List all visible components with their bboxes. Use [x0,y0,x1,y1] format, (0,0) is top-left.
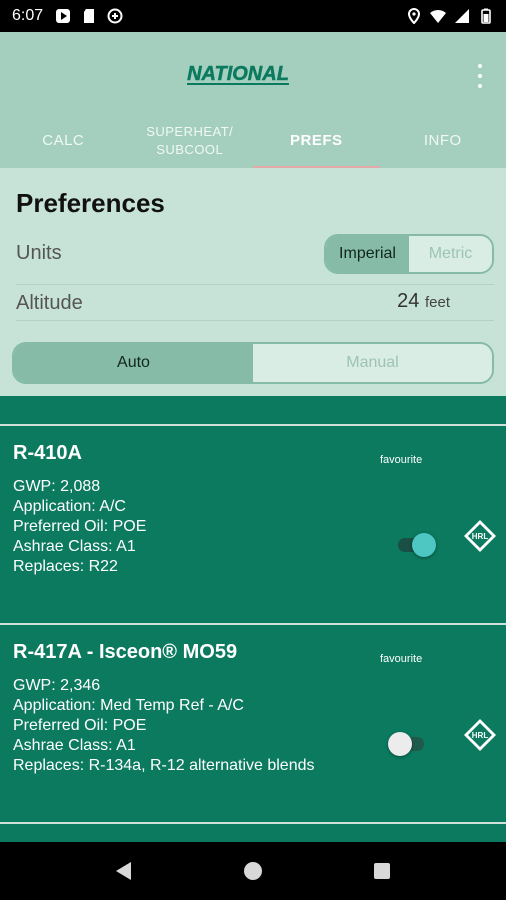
mode-toggle: Auto Manual [12,342,494,384]
data-saver-icon [107,8,123,24]
tab-calc-label: CALC [42,132,85,149]
ashrae-text: Ashrae Class: A1 [13,737,136,754]
system-nav-bar [0,842,506,900]
home-icon[interactable] [242,860,264,882]
tab-prefs-label: PREFS [289,132,343,149]
units-toggle: Imperial Metric [324,234,494,274]
battery-icon [481,8,491,24]
tab-info-label: INFO [423,132,462,149]
sd-card-icon [84,9,95,23]
page-title: Preferences [16,188,165,218]
tab-superheat-subcool[interactable]: SUPERHEAT/ SUBCOOL [127,114,254,168]
back-icon[interactable] [113,860,135,882]
favourite-switch[interactable] [398,532,438,558]
logo-text: NATIONAL [187,63,289,85]
ashrae-text: Ashrae Class: A1 [13,538,136,555]
status-bar: 6:07 [0,0,506,32]
preferences-panel: Preferences Units Imperial Metric Altitu… [0,168,506,396]
replaces-text: Replaces: R-134a, R-12 alternative blend… [13,757,315,774]
signal-icon [455,9,469,23]
status-time: 6:07 [12,7,44,24]
app-bar: NATIONAL CALC SUPERHEAT/ SUBCOOL PREFS I… [0,32,506,168]
svg-text:HRL: HRL [472,532,489,541]
favourite-switch[interactable] [388,731,428,757]
tab-bar: CALC SUPERHEAT/ SUBCOOL PREFS INFO [0,114,506,168]
units-label: Units [16,242,62,264]
altitude-field[interactable]: 24 feet [397,290,450,313]
svg-text:HRL: HRL [472,731,489,740]
location-icon [407,8,421,24]
list-item[interactable] [0,822,506,842]
refrigerant-list: R-410A favourite GWP: 2,088 Application:… [0,396,506,842]
oil-text: Preferred Oil: POE [13,717,147,734]
tab-info[interactable]: INFO [380,114,506,168]
gwp-text: GWP: 2,088 [13,478,101,495]
application-text: Application: A/C [13,498,126,515]
mode-manual-option[interactable]: Manual [253,344,492,382]
divider [16,284,494,285]
divider [16,320,494,321]
replaces-text: Replaces: R22 [13,558,118,575]
list-item[interactable]: R-417A - Isceon® MO59 favourite GWP: 2,3… [0,623,506,823]
refrigerant-name: R-410A [13,442,82,464]
hrl-badge-icon: HRL [464,719,496,751]
tab-calc[interactable]: CALC [0,114,127,168]
overflow-menu-icon[interactable] [474,64,486,88]
application-text: Application: Med Temp Ref - A/C [13,697,244,714]
units-metric-option[interactable]: Metric [409,236,492,272]
favourite-label: favourite [380,653,423,665]
altitude-unit: feet [424,294,450,311]
list-item[interactable]: R-410A favourite GWP: 2,088 Application:… [0,424,506,624]
wifi-icon [430,9,446,23]
units-imperial-option[interactable]: Imperial [326,236,409,272]
altitude-value: 24 [397,290,420,312]
altitude-label: Altitude [16,292,83,314]
recents-icon[interactable] [371,860,393,882]
gwp-text: GWP: 2,346 [13,677,101,694]
tab-prefs[interactable]: PREFS [253,114,380,168]
play-store-icon [56,9,71,23]
favourite-label: favourite [380,454,423,466]
tab-superheat-label: SUPERHEAT/ SUBCOOL [146,124,234,157]
national-logo: NATIONAL [187,63,289,86]
mode-auto-option[interactable]: Auto [14,344,253,382]
oil-text: Preferred Oil: POE [13,518,147,535]
hrl-badge-icon: HRL [464,520,496,552]
refrigerant-name: R-417A - Isceon® MO59 [13,641,238,663]
